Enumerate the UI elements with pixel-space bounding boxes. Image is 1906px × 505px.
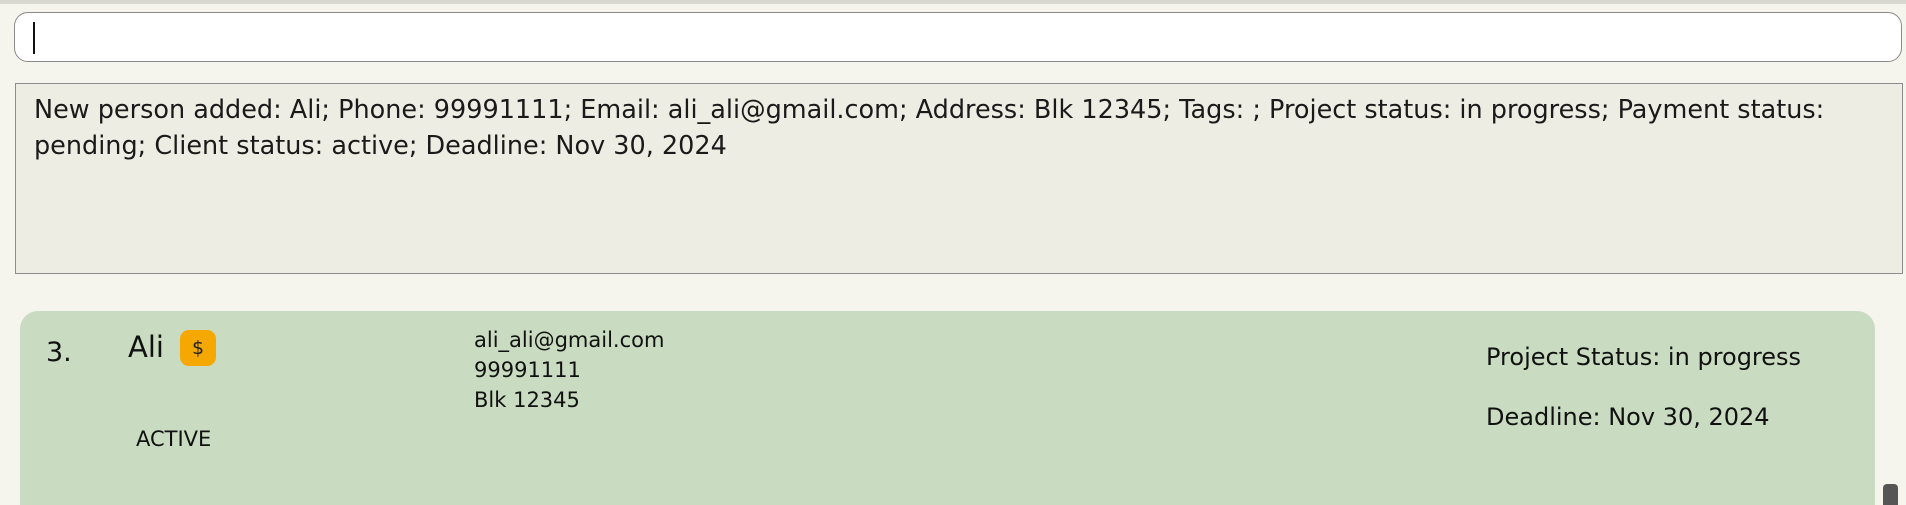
person-name: Ali (128, 330, 164, 364)
text-cursor (33, 22, 35, 54)
result-display: New person added: Ali; Phone: 99991111; … (15, 83, 1903, 274)
result-message: New person added: Ali; Phone: 99991111; … (34, 95, 1825, 161)
person-index: 3. (46, 337, 72, 368)
project-deadline: Deadline: Nov 30, 2024 (1486, 403, 1770, 431)
person-email: ali_ali@gmail.com (474, 328, 665, 352)
command-box[interactable] (14, 12, 1902, 62)
client-status-label: ACTIVE (136, 427, 212, 451)
top-border (0, 0, 1906, 4)
project-status: Project Status: in progress (1486, 343, 1802, 371)
person-card[interactable]: 3. Ali $ ACTIVE ali_ali@gmail.com 999911… (20, 311, 1875, 505)
command-input[interactable] (33, 19, 1883, 55)
payment-status-icon: $ (180, 330, 216, 366)
person-address: Blk 12345 (474, 388, 580, 412)
person-phone: 99991111 (474, 358, 581, 382)
scrollbar-thumb[interactable] (1883, 484, 1898, 505)
